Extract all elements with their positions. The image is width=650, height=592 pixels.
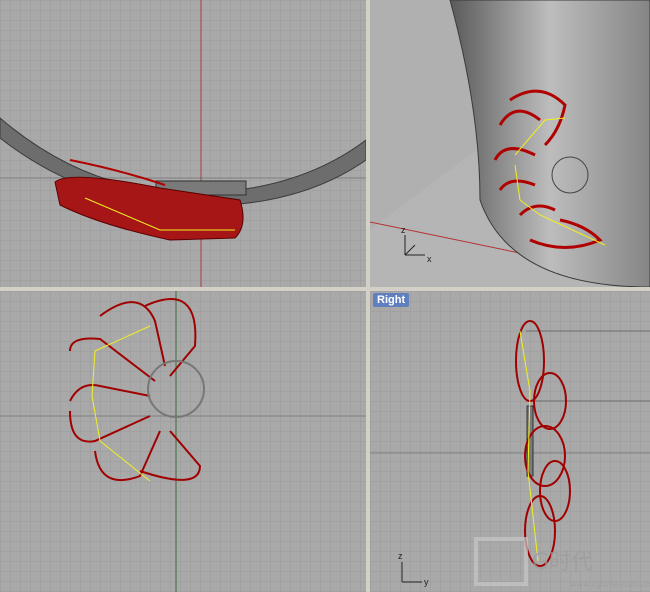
right-view-drawing: y z G时代 www.cgtime.com.cn [370,320,650,589]
svg-text:y: y [424,577,429,587]
perspective-viewport[interactable]: x z [369,0,650,288]
viewport-divider-horizontal[interactable] [0,287,650,291]
highlight-curve-front [91,325,151,482]
watermark-text: G时代 [532,550,593,575]
top-viewport[interactable] [0,0,367,288]
right-viewport[interactable]: y z G时代 www.cgtime.com.cn Right [369,290,650,592]
watermark-subtext: www.cgtime.com.cn [570,580,650,589]
highlight-curve-right [519,330,539,562]
flower-front-view [69,298,202,481]
viewport-divider-vertical[interactable] [366,0,370,592]
top-view-drawing [0,0,366,287]
perspective-view-drawing: x z [370,0,650,287]
svg-text:z: z [398,551,403,561]
svg-text:z: z [401,225,406,235]
axis-indicator-right: y z [398,551,429,587]
front-view-drawing [0,291,366,592]
watermark: G时代 www.cgtime.com.cn [474,537,650,589]
front-viewport[interactable] [0,290,367,592]
viewport-label-right[interactable]: Right [373,293,410,307]
svg-text:x: x [427,254,432,264]
